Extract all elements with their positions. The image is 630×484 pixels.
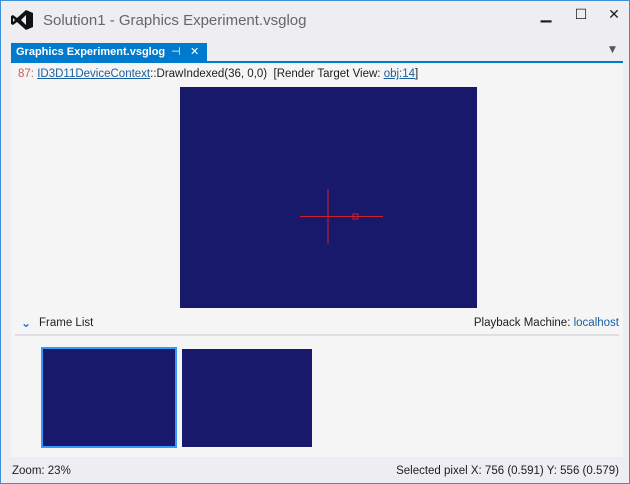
- playback-machine: Playback Machine: localhost: [474, 317, 619, 329]
- close-button[interactable]: ✕: [602, 7, 626, 27]
- event-index: 87:: [18, 68, 34, 80]
- visual-studio-logo-icon: [11, 10, 33, 30]
- tab-graphics-experiment[interactable]: Graphics Experiment.vsglog ⊣ ✕: [11, 43, 207, 62]
- frame-list-label: Frame List: [39, 317, 94, 329]
- minimize-button[interactable]: ▁: [534, 7, 558, 27]
- app-window: Solution1 - Graphics Experiment.vsglog ▁…: [0, 0, 630, 484]
- crosshair-icon: [300, 189, 383, 244]
- tab-label: Graphics Experiment.vsglog: [16, 46, 166, 58]
- maximize-button[interactable]: ☐: [569, 7, 593, 27]
- frame-thumbnail-selected[interactable]: [41, 347, 177, 448]
- render-target-link[interactable]: obj:14: [384, 68, 415, 80]
- frame-thumbnail[interactable]: [182, 349, 312, 447]
- tab-overflow-icon[interactable]: ▼: [609, 45, 616, 55]
- event-end: ]: [415, 68, 419, 80]
- render-target-view[interactable]: [180, 87, 477, 308]
- divider: [15, 334, 619, 336]
- zoom-status: Zoom: 23%: [12, 465, 71, 477]
- interface-link[interactable]: ID3D11DeviceContext: [37, 68, 150, 80]
- pin-icon[interactable]: ⊣: [171, 43, 181, 62]
- playback-label: Playback Machine:: [473, 317, 571, 329]
- window-title: Solution1 - Graphics Experiment.vsglog: [43, 12, 307, 29]
- frame-list-toggle-icon[interactable]: ⌄: [21, 316, 31, 330]
- playback-value[interactable]: localhost: [574, 317, 619, 329]
- selected-pixel-status: Selected pixel X: 756 (0.591) Y: 556 (0.…: [396, 465, 619, 477]
- tab-close-icon[interactable]: ✕: [190, 43, 199, 62]
- event-info: 87: ID3D11DeviceContext::DrawIndexed(36,…: [18, 68, 418, 80]
- event-call: ::DrawIndexed(36, 0,0) [Render Target Vi…: [150, 68, 384, 80]
